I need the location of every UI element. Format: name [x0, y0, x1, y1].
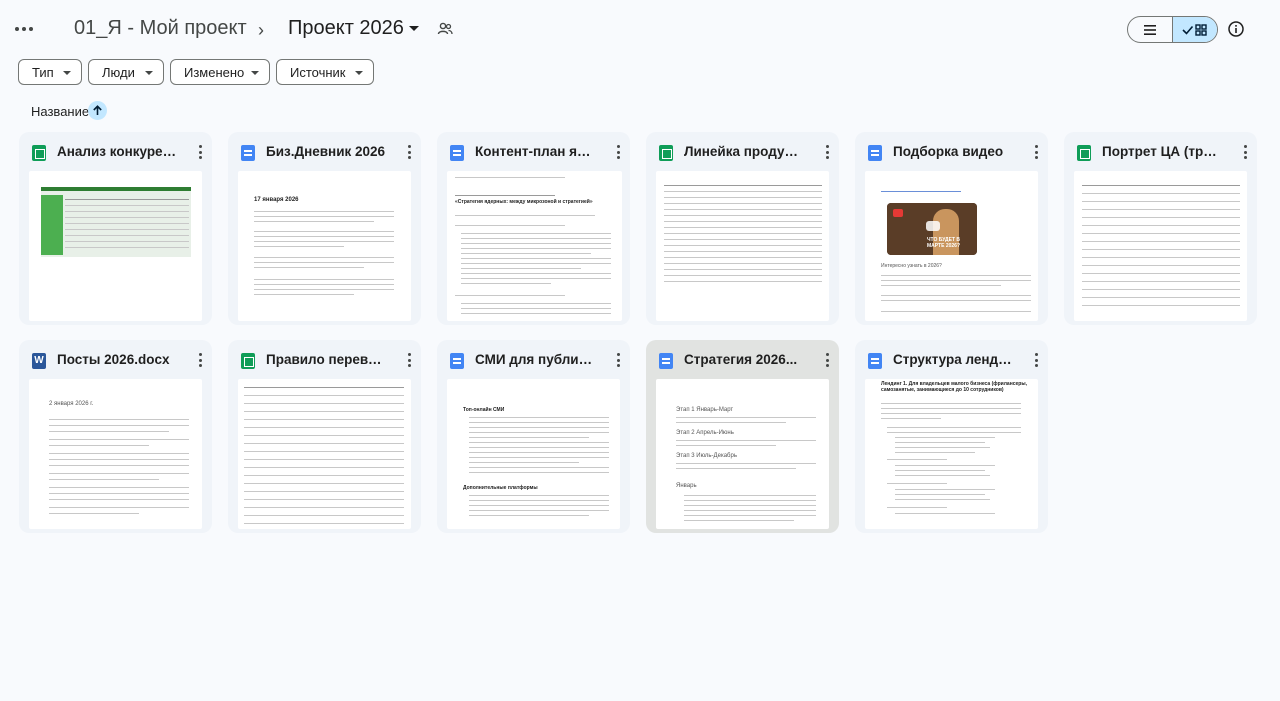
file-card[interactable]: Структура лендингов Лендинг 1. Для владе… — [855, 340, 1048, 533]
sheets-icon — [659, 145, 673, 161]
more-vert-icon[interactable] — [196, 144, 204, 160]
arrow-up-icon — [93, 105, 102, 115]
file-card[interactable]: Биз.Дневник 2026 17 января 2026 — [228, 132, 421, 325]
preview-heading: Лендинг 1. Для владельцев малого бизнеса… — [881, 381, 1027, 393]
file-title: Портрет ЦА (три... — [1102, 144, 1222, 159]
list-icon — [1144, 24, 1156, 35]
sheets-shortcut-icon — [32, 145, 46, 161]
check-grid-icon — [1182, 23, 1207, 36]
docs-icon — [659, 353, 673, 369]
docs-icon — [868, 353, 882, 369]
docs-icon — [450, 353, 464, 369]
more-vert-icon[interactable] — [1241, 144, 1249, 160]
list-view-button[interactable] — [1128, 17, 1172, 42]
filter-modified-chip[interactable]: Изменено — [170, 59, 270, 85]
file-title: Биз.Дневник 2026 — [266, 144, 386, 159]
file-card[interactable]: Контент-план январь «Стратегия ядерных: … — [437, 132, 630, 325]
breadcrumb-current[interactable]: Проект 2026 — [288, 17, 404, 40]
folder-menu-caret-icon[interactable] — [409, 26, 419, 31]
video-thumbnail: ЧТО БУДЕТ В МАРТЕ 2026? — [887, 203, 977, 255]
more-vert-icon[interactable] — [614, 144, 622, 160]
file-title: Анализ конкурентов — [57, 144, 177, 159]
more-vert-icon[interactable] — [823, 352, 831, 368]
file-title: Линейка продуктов — [684, 144, 804, 159]
filter-type-label: Тип — [32, 64, 54, 80]
chevron-right-icon: › — [258, 20, 264, 40]
file-card[interactable]: СМИ для публикаций Топ-онлайн СМИ Дополн… — [437, 340, 630, 533]
dropdown-icon — [355, 71, 363, 75]
more-vert-icon[interactable] — [405, 352, 413, 368]
filter-modified-label: Изменено — [184, 64, 245, 80]
file-preview: 2 января 2026 г. — [29, 379, 202, 529]
file-preview: Топ-онлайн СМИ Дополнительные платформы — [447, 379, 620, 529]
breadcrumb-parent[interactable]: 01_Я - Мой проект — [74, 17, 247, 40]
file-preview: Этап 1 Январь-Март Этап 2 Апрель-Июнь Эт… — [656, 379, 829, 529]
dropdown-icon — [251, 71, 259, 75]
preview-heading: Топ-онлайн СМИ — [463, 407, 505, 413]
file-title: Контент-план январь — [475, 144, 595, 159]
word-icon — [32, 353, 46, 369]
view-toggle — [1127, 16, 1218, 43]
preview-heading: 2 января 2026 г. — [49, 401, 94, 407]
file-card[interactable]: Посты 2026.docx 2 января 2026 г. — [19, 340, 212, 533]
file-card[interactable]: Подборка видео ЧТО БУДЕТ В МАРТЕ 2026? И… — [855, 132, 1048, 325]
docs-icon — [868, 145, 882, 161]
file-preview — [29, 171, 202, 321]
file-card[interactable]: Линейка продуктов — [646, 132, 839, 325]
preview-section: Этап 3 Июль-Декабрь — [676, 453, 737, 459]
preview-section: Январь — [676, 483, 697, 489]
docs-icon — [450, 145, 464, 161]
file-card[interactable]: Портрет ЦА (три... — [1064, 132, 1257, 325]
more-vert-icon[interactable] — [823, 144, 831, 160]
file-card-selected[interactable]: Стратегия 2026... Этап 1 Январь-Март Эта… — [646, 340, 839, 533]
video-title: ЧТО БУДЕТ В МАРТЕ 2026? — [927, 237, 961, 249]
sort-by-name[interactable]: Название — [31, 104, 89, 119]
docs-icon — [241, 145, 255, 161]
file-preview: ЧТО БУДЕТ В МАРТЕ 2026? Интересно узнать… — [865, 171, 1038, 321]
shared-people-icon[interactable] — [436, 20, 454, 38]
more-vert-icon[interactable] — [405, 144, 413, 160]
info-icon[interactable] — [1227, 20, 1245, 38]
sheets-icon — [1077, 145, 1091, 161]
more-vert-icon[interactable] — [196, 352, 204, 368]
file-preview: Лендинг 1. Для владельцев малого бизнеса… — [865, 379, 1038, 529]
file-title: Посты 2026.docx — [57, 352, 170, 367]
dropdown-icon — [145, 71, 153, 75]
file-preview: 17 января 2026 — [238, 171, 411, 321]
preview-heading: Этап 1 Январь-Март — [676, 407, 734, 413]
filter-source-chip[interactable]: Источник — [276, 59, 374, 85]
more-icon[interactable] — [14, 20, 34, 38]
file-title: Стратегия 2026... — [684, 352, 798, 367]
preview-subheading: Дополнительные платформы — [463, 485, 538, 491]
file-preview — [656, 171, 829, 321]
file-preview — [1074, 171, 1247, 321]
more-vert-icon[interactable] — [614, 352, 622, 368]
more-vert-icon[interactable] — [1032, 144, 1040, 160]
more-vert-icon[interactable] — [1032, 352, 1040, 368]
file-title: Правило переворота — [266, 352, 386, 367]
file-title: Структура лендингов — [893, 352, 1013, 367]
file-title: Подборка видео — [893, 144, 1004, 159]
top-bar: 01_Я - Мой проект › Проект 2026 — [0, 0, 1280, 58]
dropdown-icon — [63, 71, 71, 75]
file-card[interactable]: Анализ конкурентов — [19, 132, 212, 325]
preview-heading: «Стратегия ядерных: между микрозоной и с… — [455, 199, 593, 205]
file-card[interactable]: Правило переворота — [228, 340, 421, 533]
file-preview: «Стратегия ядерных: между микрозоной и с… — [447, 171, 622, 321]
preview-caption: Интересно узнать в 2026? — [881, 263, 942, 269]
preview-section: Этап 2 Апрель-Июнь — [676, 430, 734, 436]
sheets-icon — [241, 353, 255, 369]
grid-view-button[interactable] — [1172, 17, 1217, 42]
filter-type-chip[interactable]: Тип — [18, 59, 82, 85]
filter-source-label: Источник — [290, 64, 346, 80]
preview-heading: 17 января 2026 — [254, 197, 299, 203]
sort-ascending-arrow-icon[interactable] — [88, 101, 107, 120]
filter-people-chip[interactable]: Люди — [88, 59, 164, 85]
filter-people-label: Люди — [102, 64, 135, 80]
file-preview — [238, 379, 411, 529]
file-title: СМИ для публикаций — [475, 352, 595, 367]
